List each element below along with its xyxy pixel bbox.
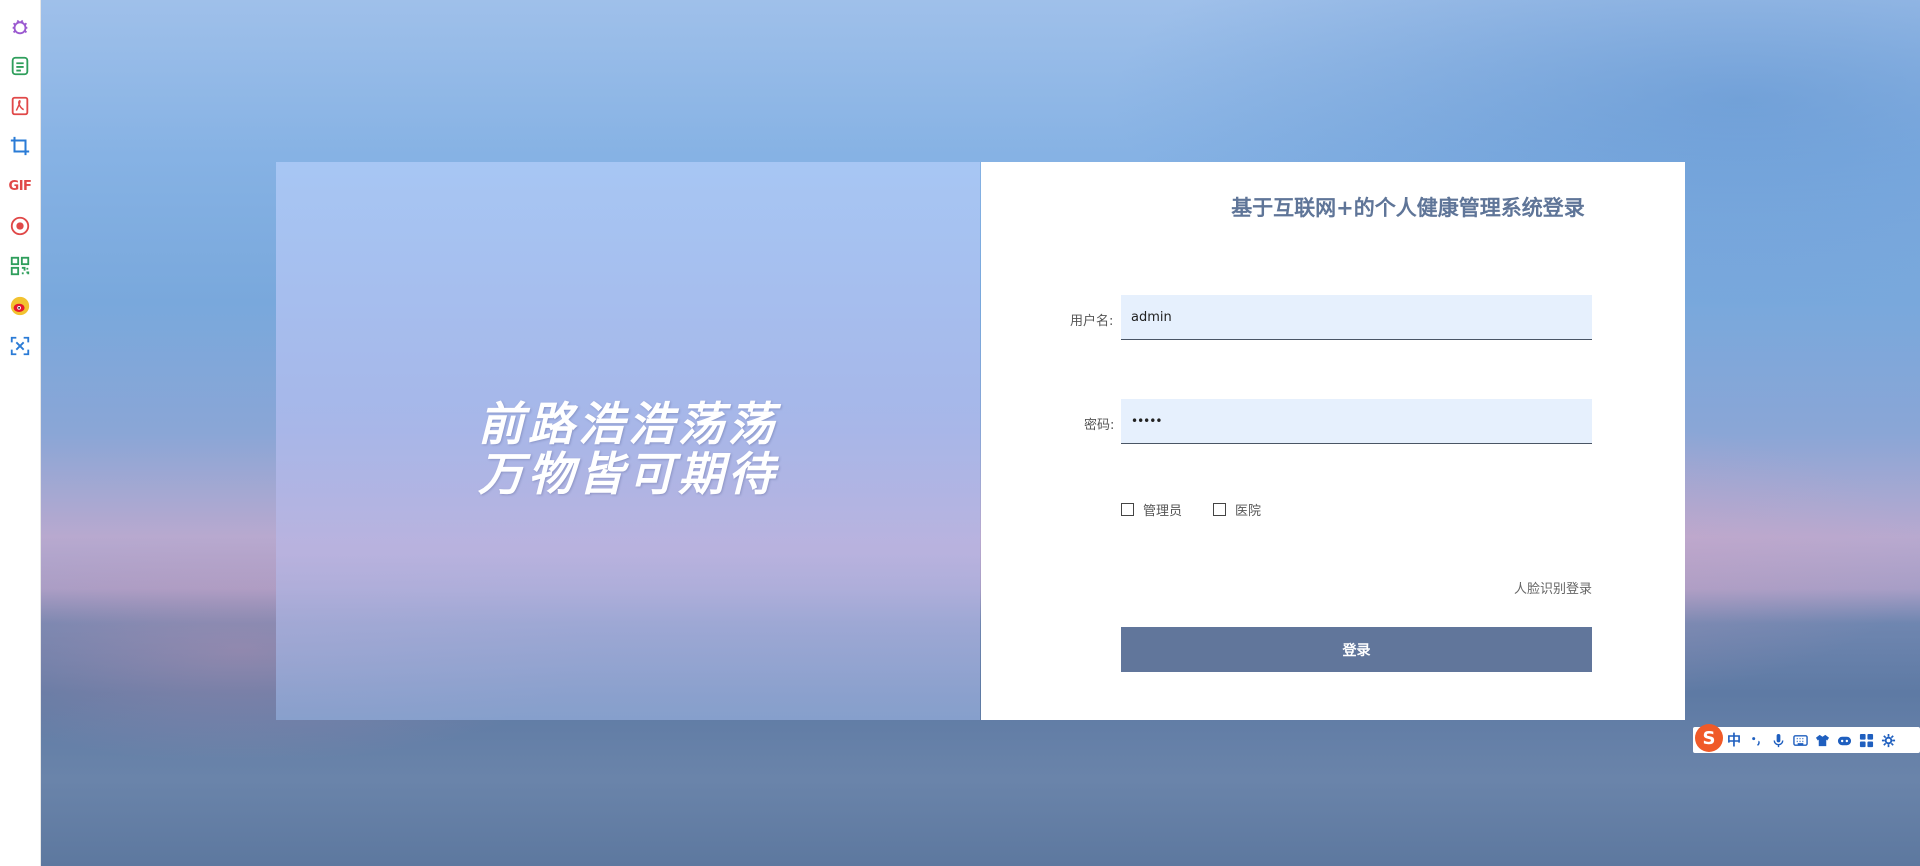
- record-icon[interactable]: [8, 214, 32, 238]
- role-hospital-checkbox[interactable]: 医院: [1213, 500, 1261, 519]
- slogan-banner: 前路浩浩荡荡 万物皆可期待: [276, 162, 980, 720]
- scan-icon[interactable]: [8, 334, 32, 358]
- role-admin-checkbox[interactable]: 管理员: [1121, 500, 1182, 519]
- tool-sidebar: GIF: [0, 0, 41, 866]
- username-input[interactable]: [1121, 295, 1592, 340]
- role-hospital-label: 医院: [1235, 504, 1262, 519]
- login-title: 基于互联网+的个人健康管理系统登录: [1231, 196, 1585, 220]
- gif-icon[interactable]: GIF: [8, 174, 32, 198]
- crop-icon[interactable]: [8, 134, 32, 158]
- ime-toolbar: S 中: [1693, 724, 1920, 753]
- emoji-icon[interactable]: [1833, 730, 1855, 750]
- sogou-logo-icon[interactable]: S: [1695, 724, 1723, 752]
- password-input[interactable]: •••••: [1121, 399, 1592, 444]
- microphone-icon[interactable]: [1767, 730, 1789, 750]
- checkbox-box[interactable]: [1121, 503, 1134, 516]
- weibo-icon[interactable]: [8, 294, 32, 318]
- skin-icon[interactable]: [1811, 730, 1833, 750]
- keyboard-icon[interactable]: [1789, 730, 1811, 750]
- login-button[interactable]: 登录: [1121, 627, 1592, 672]
- face-login-link[interactable]: 人脸识别登录: [1514, 578, 1592, 597]
- role-admin-label: 管理员: [1143, 504, 1183, 519]
- bug-icon[interactable]: [8, 14, 32, 38]
- notes-icon[interactable]: [8, 54, 32, 78]
- qrcode-icon[interactable]: [8, 254, 32, 278]
- pdf-icon[interactable]: [8, 94, 32, 118]
- ime-mode-toggle[interactable]: 中: [1723, 730, 1745, 750]
- login-panel: 基于互联网+的个人健康管理系统登录 用户名: 密码: ••••• 管理员 医院 …: [981, 162, 1685, 720]
- gif-label: GIF: [8, 178, 32, 194]
- apps-icon[interactable]: [1855, 730, 1877, 750]
- slogan-line-2: 万物皆可期待: [478, 447, 778, 501]
- punctuation-icon[interactable]: [1745, 730, 1767, 750]
- settings-icon[interactable]: [1877, 730, 1899, 750]
- checkbox-box[interactable]: [1213, 503, 1226, 516]
